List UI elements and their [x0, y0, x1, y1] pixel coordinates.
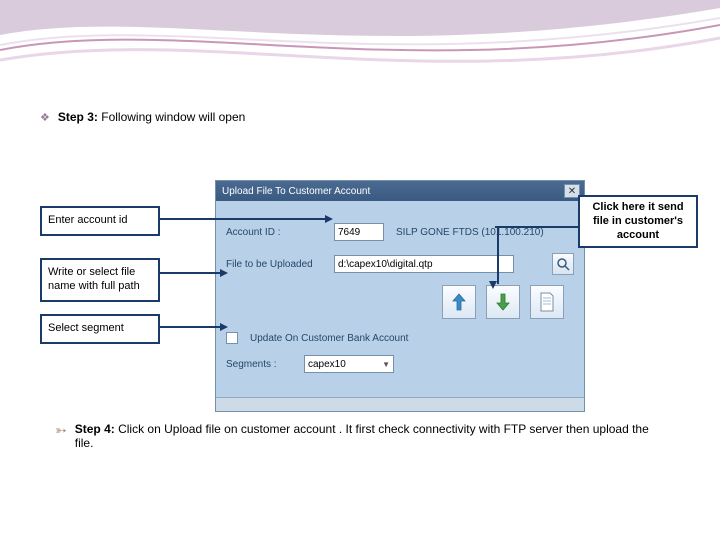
account-id-input[interactable]: 7649 — [334, 223, 384, 241]
account-id-label: Account ID : — [226, 227, 326, 238]
upload-dialog: Upload File To Customer Account ✕ Accoun… — [215, 180, 585, 412]
arrow-bullet-icon: ➳ — [55, 422, 67, 439]
step3-text: Following window will open — [101, 110, 245, 124]
download-arrow-icon — [492, 291, 514, 313]
step4-label: Step 4: — [75, 422, 115, 436]
segments-label: Segments : — [226, 359, 296, 370]
download-button[interactable] — [486, 285, 520, 319]
chevron-down-icon: ▼ — [382, 360, 390, 369]
dialog-statusbar — [216, 397, 584, 411]
file-uploaded-label: File to be Uploaded — [226, 259, 326, 270]
step3-label: Step 3: — [58, 110, 98, 124]
callout-segment: Select segment — [40, 314, 160, 344]
document-icon — [537, 291, 557, 313]
dialog-titlebar: Upload File To Customer Account ✕ — [216, 181, 584, 201]
document-button[interactable] — [530, 285, 564, 319]
magnifier-icon — [556, 257, 570, 271]
callout-account-id: Enter account id — [40, 206, 160, 236]
dialog-title: Upload File To Customer Account — [222, 186, 564, 197]
step4-text: Click on Upload file on customer account… — [75, 422, 649, 450]
upload-button[interactable] — [442, 285, 476, 319]
arrow-send — [495, 226, 580, 228]
browse-button[interactable] — [552, 253, 574, 275]
arrow-account-id — [160, 218, 325, 220]
file-path-input[interactable]: d:\capex10\digital.qtp — [334, 255, 514, 273]
upload-arrow-icon — [448, 291, 470, 313]
arrow-file-name — [160, 272, 220, 274]
step3-line: ❖ Step 3: Following window will open — [40, 110, 680, 124]
callout-file-name: Write or select file name with full path — [40, 258, 160, 302]
diamond-bullet-icon: ❖ — [40, 111, 50, 124]
update-check-label: Update On Customer Bank Account — [250, 333, 408, 344]
step4-line: ➳ Step 4: Click on Upload file on custom… — [55, 422, 665, 450]
account-info-text: SILP GONE FTDS (101.100.210) — [396, 227, 544, 238]
segment-select[interactable]: capex10 ▼ — [304, 355, 394, 373]
arrow-segment — [160, 326, 220, 328]
header-swoosh — [0, 0, 720, 90]
update-checkbox[interactable] — [226, 332, 238, 344]
callout-send: Click here it send file in customer's ac… — [578, 195, 698, 248]
